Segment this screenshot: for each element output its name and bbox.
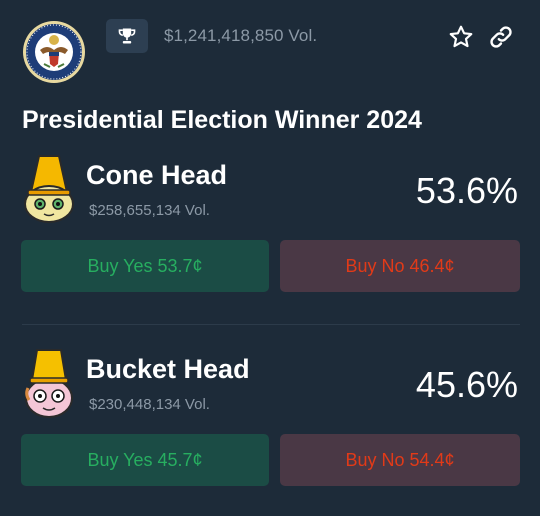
divider — [22, 324, 520, 325]
candidate-percent: 53.6% — [415, 170, 518, 211]
star-icon[interactable] — [448, 24, 474, 50]
total-volume: $1,241,418,850 Vol. — [164, 26, 318, 45]
page-title: Presidential Election Winner 2024 — [22, 106, 422, 134]
buy-yes-button[interactable]: Buy Yes 53.7¢ — [21, 240, 269, 292]
presidential-seal-icon — [23, 21, 85, 83]
trophy-button[interactable] — [106, 19, 148, 53]
buy-yes-button[interactable]: Buy Yes 45.7¢ — [21, 434, 269, 486]
market-header: $1,241,418,850 Vol. — [0, 0, 540, 83]
bucket-head-avatar-icon — [25, 349, 73, 418]
candidate-name: Cone Head — [86, 160, 228, 190]
buy-no-button[interactable]: Buy No 46.4¢ — [280, 240, 520, 292]
cone-head-avatar-icon — [24, 155, 74, 223]
link-icon[interactable] — [488, 24, 514, 50]
trophy-icon — [118, 28, 136, 44]
candidate-percent: 45.6% — [415, 364, 518, 405]
candidate-volume: $258,655,134 Vol. — [89, 202, 210, 219]
buy-no-button[interactable]: Buy No 54.4¢ — [280, 434, 520, 486]
candidate-volume: $230,448,134 Vol. — [89, 396, 210, 413]
candidate-name: Bucket Head — [86, 354, 250, 384]
